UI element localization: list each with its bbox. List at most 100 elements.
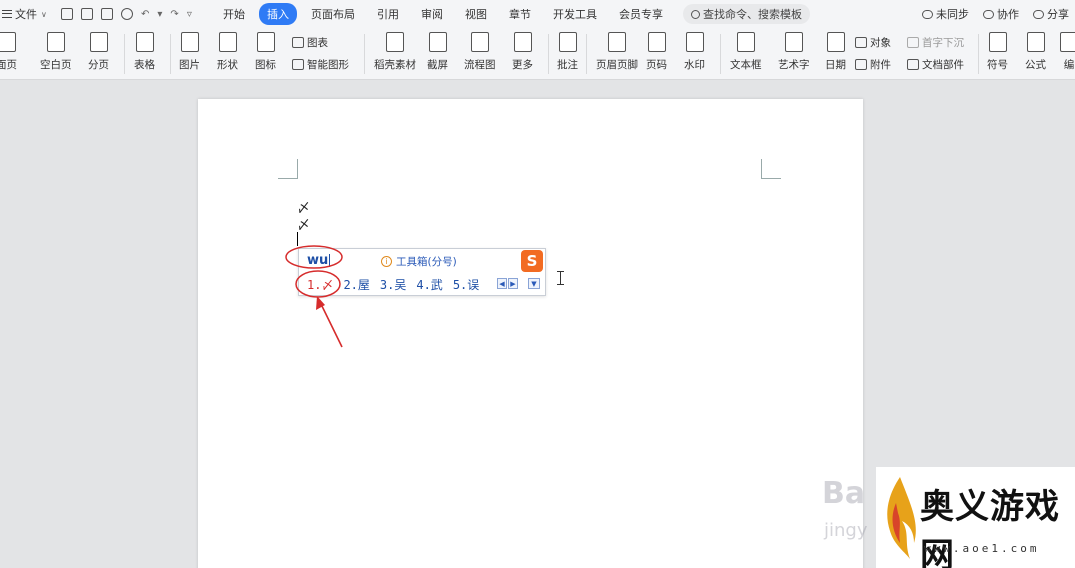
tab-view[interactable]: 视图 bbox=[457, 3, 495, 25]
docer-material-button[interactable]: 稻壳素材 bbox=[374, 32, 416, 72]
page-break-button[interactable]: 分页 bbox=[88, 32, 109, 72]
ime-candidate[interactable]: 1.〆 bbox=[307, 276, 333, 293]
drop-cap-button[interactable]: 首字下沉 bbox=[907, 35, 964, 50]
tab-page-layout[interactable]: 页面布局 bbox=[303, 3, 363, 25]
ime-candidate[interactable]: 3.吴 bbox=[380, 276, 406, 293]
baidu-watermark: Ba bbox=[822, 476, 866, 511]
document-line: 〆 bbox=[297, 218, 311, 233]
picture-button[interactable]: 图片 bbox=[179, 32, 200, 72]
formula-button[interactable]: 公式 bbox=[1025, 32, 1046, 72]
format-painter-icon[interactable] bbox=[81, 8, 93, 20]
tab-member[interactable]: 会员专享 bbox=[611, 3, 671, 25]
header-footer-icon bbox=[608, 32, 626, 52]
attachment-button[interactable]: 附件 bbox=[855, 57, 891, 72]
paperclip-icon bbox=[855, 59, 867, 70]
prev-page-icon[interactable]: ◀ bbox=[497, 278, 507, 289]
ime-toolbox-button[interactable]: i 工具箱(分号) bbox=[381, 254, 457, 269]
icons-label: 图标 bbox=[255, 59, 276, 71]
object-button[interactable]: 对象 bbox=[855, 35, 891, 50]
tab-home[interactable]: 开始 bbox=[215, 3, 253, 25]
doc-parts-label: 文档部件 bbox=[922, 59, 964, 71]
command-search[interactable]: 查找命令、搜索模板 bbox=[683, 4, 810, 24]
drop-cap-label: 首字下沉 bbox=[922, 37, 964, 49]
blank-page-button[interactable]: 空白页 bbox=[40, 32, 72, 72]
docer-material-label: 稻壳素材 bbox=[374, 59, 416, 71]
ime-candidate[interactable]: 2.屋 bbox=[343, 276, 369, 293]
tab-insert[interactable]: 插入 bbox=[259, 3, 297, 25]
site-url: www.aoe1.com bbox=[924, 542, 1040, 555]
page-number-label: 页码 bbox=[646, 59, 667, 71]
smart-shape-button[interactable]: 智能图形 bbox=[292, 57, 349, 72]
symbol-label: 符号 bbox=[987, 59, 1008, 71]
ime-candidate[interactable]: 5.误 bbox=[453, 276, 479, 293]
ribbon-separator bbox=[720, 34, 721, 74]
chevron-down-icon: ∨ bbox=[41, 9, 47, 19]
doc-parts-button[interactable]: 文档部件 bbox=[907, 57, 964, 72]
undo-dropdown-icon[interactable]: ▾ bbox=[157, 9, 162, 20]
date-button[interactable]: 日期 bbox=[825, 32, 846, 72]
attachment-label: 附件 bbox=[870, 59, 891, 71]
wordart-icon bbox=[784, 32, 803, 52]
redo-icon[interactable]: ↷ bbox=[170, 9, 178, 20]
textbox-icon bbox=[736, 32, 755, 52]
watermark-icon bbox=[685, 32, 704, 52]
page-break-label: 分页 bbox=[88, 59, 109, 71]
print-preview-icon[interactable] bbox=[121, 8, 133, 20]
file-menu[interactable]: 文件 ∨ bbox=[0, 6, 55, 22]
textbox-button[interactable]: 文本框 bbox=[730, 32, 762, 72]
tab-review[interactable]: 审阅 bbox=[413, 3, 451, 25]
comment-icon bbox=[558, 32, 577, 52]
chart-button[interactable]: 图表 bbox=[292, 35, 328, 50]
edit-button[interactable]: 编 bbox=[1060, 32, 1075, 72]
tab-references[interactable]: 引用 bbox=[369, 3, 407, 25]
expand-candidates-icon[interactable]: ▼ bbox=[528, 278, 540, 289]
tab-section[interactable]: 章节 bbox=[501, 3, 539, 25]
symbol-button[interactable]: 符号 bbox=[987, 32, 1008, 72]
watermark-button[interactable]: 水印 bbox=[684, 32, 705, 72]
cover-page-button[interactable]: 面页 bbox=[0, 32, 17, 72]
more-button[interactable]: 更多 bbox=[512, 32, 533, 72]
ribbon-separator bbox=[364, 34, 365, 74]
icons-button[interactable]: 图标 bbox=[255, 32, 276, 72]
docer-material-icon bbox=[386, 32, 404, 52]
customize-toolbar-icon[interactable]: ▿ bbox=[187, 9, 192, 20]
chart-icon bbox=[292, 37, 304, 48]
comment-button[interactable]: 批注 bbox=[557, 32, 578, 72]
wordart-button[interactable]: 艺术字 bbox=[778, 32, 810, 72]
share-button[interactable]: 分享 bbox=[1033, 6, 1069, 22]
quick-access-toolbar: ↶ ▾ ↷ ▿ bbox=[55, 8, 215, 20]
site-watermark: 奥义游戏网 www.aoe1.com bbox=[876, 467, 1075, 568]
object-label: 对象 bbox=[870, 37, 891, 49]
shape-button[interactable]: 形状 bbox=[217, 32, 238, 72]
screenshot-button[interactable]: 截屏 bbox=[427, 32, 448, 72]
screenshot-label: 截屏 bbox=[427, 59, 448, 71]
flame-logo-icon bbox=[887, 477, 916, 559]
ribbon-separator bbox=[170, 34, 171, 74]
more-label: 更多 bbox=[512, 59, 533, 71]
flowchart-button[interactable]: 流程图 bbox=[464, 32, 496, 72]
ribbon-insert: 面页 空白页 分页 表格 图片 形状 图标 图表 智能图形 稻壳素材 截屏 流程… bbox=[0, 28, 1075, 80]
ime-input-text: wu bbox=[307, 253, 329, 268]
collaborate-button[interactable]: 协作 bbox=[983, 6, 1019, 22]
sync-button[interactable]: 未同步 bbox=[922, 6, 969, 22]
tab-developer[interactable]: 开发工具 bbox=[545, 3, 605, 25]
ime-candidate[interactable]: 4.武 bbox=[416, 276, 442, 293]
table-label: 表格 bbox=[134, 59, 155, 71]
baidu-jingyan-watermark: jingy bbox=[824, 520, 868, 541]
print-icon[interactable] bbox=[101, 8, 113, 20]
blank-page-label: 空白页 bbox=[40, 59, 72, 71]
next-page-icon[interactable]: ▶ bbox=[508, 278, 518, 289]
table-button[interactable]: 表格 bbox=[134, 32, 155, 72]
document-page[interactable]: 〆 〆 bbox=[198, 99, 863, 568]
header-footer-button[interactable]: 页眉页脚 bbox=[596, 32, 638, 72]
save-icon[interactable] bbox=[61, 8, 73, 20]
blank-page-icon bbox=[46, 32, 65, 52]
page-number-button[interactable]: 页码 bbox=[646, 32, 667, 72]
picture-label: 图片 bbox=[179, 59, 200, 71]
ribbon-separator bbox=[124, 34, 125, 74]
sync-label: 未同步 bbox=[936, 8, 969, 21]
cover-page-label: 面页 bbox=[0, 59, 17, 71]
cover-page-icon bbox=[0, 32, 16, 52]
undo-icon[interactable]: ↶ bbox=[141, 9, 149, 20]
page-break-icon bbox=[89, 32, 108, 52]
